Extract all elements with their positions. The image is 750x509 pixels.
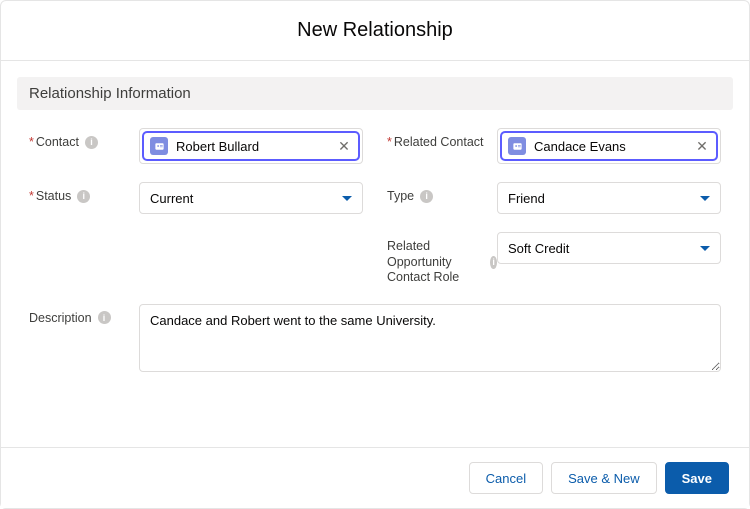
field-description: Description i xyxy=(29,304,721,375)
field-contact: * Contact i Robert Bullard ✕ xyxy=(29,128,363,164)
info-icon[interactable]: i xyxy=(420,190,433,203)
modal-footer: Cancel Save & New Save xyxy=(1,447,749,508)
contact-icon xyxy=(508,137,526,155)
related-contact-value: Candace Evans xyxy=(534,139,694,154)
label-text-status: Status xyxy=(36,189,71,203)
related-contact-lookup[interactable]: Candace Evans ✕ xyxy=(497,128,721,164)
field-type: Type i Friend xyxy=(387,182,721,214)
label-text-related-occ-role: Related Opportunity Contact Role xyxy=(387,239,484,286)
type-select[interactable]: Friend xyxy=(497,182,721,214)
cancel-button[interactable]: Cancel xyxy=(469,462,543,494)
contact-pill: Robert Bullard ✕ xyxy=(143,132,359,160)
modal-header: New Relationship xyxy=(1,1,749,61)
info-icon[interactable]: i xyxy=(77,190,90,203)
contact-value: Robert Bullard xyxy=(176,139,336,154)
label-text-contact: Contact xyxy=(36,135,79,149)
label-text-related-contact: Related Contact xyxy=(394,135,484,149)
chevron-down-icon xyxy=(700,246,710,251)
chevron-down-icon xyxy=(342,196,352,201)
label-related-occ-role: Related Opportunity Contact Role i xyxy=(387,232,497,286)
label-related-contact: * Related Contact xyxy=(387,128,497,149)
info-icon[interactable]: i xyxy=(490,256,497,269)
form-grid: * Contact i Robert Bullard ✕ xyxy=(1,120,749,375)
field-related-contact: * Related Contact Candace Evans ✕ xyxy=(387,128,721,164)
type-value: Friend xyxy=(508,191,545,206)
label-description: Description i xyxy=(29,304,139,325)
chevron-down-icon xyxy=(700,196,710,201)
contact-icon xyxy=(150,137,168,155)
required-asterisk: * xyxy=(387,135,392,149)
label-text-description: Description xyxy=(29,311,92,325)
related-occ-role-value: Soft Credit xyxy=(508,241,569,256)
remove-related-contact-icon[interactable]: ✕ xyxy=(694,138,710,154)
spacer xyxy=(29,232,363,286)
save-button[interactable]: Save xyxy=(665,462,729,494)
status-select[interactable]: Current xyxy=(139,182,363,214)
info-icon[interactable]: i xyxy=(98,311,111,324)
required-asterisk: * xyxy=(29,189,34,203)
required-asterisk: * xyxy=(29,135,34,149)
remove-contact-icon[interactable]: ✕ xyxy=(336,138,352,154)
modal-title: New Relationship xyxy=(1,19,749,42)
label-status: * Status i xyxy=(29,182,139,203)
save-and-new-button[interactable]: Save & New xyxy=(551,462,657,494)
description-textarea[interactable] xyxy=(139,304,721,372)
field-status: * Status i Current xyxy=(29,182,363,214)
related-occ-role-select[interactable]: Soft Credit xyxy=(497,232,721,264)
related-contact-pill: Candace Evans ✕ xyxy=(501,132,717,160)
label-type: Type i xyxy=(387,182,497,203)
label-text-type: Type xyxy=(387,189,414,203)
status-value: Current xyxy=(150,191,193,206)
contact-lookup[interactable]: Robert Bullard ✕ xyxy=(139,128,363,164)
modal-body: Relationship Information * Contact i Rob… xyxy=(1,61,749,447)
info-icon[interactable]: i xyxy=(85,136,98,149)
section-title: Relationship Information xyxy=(29,85,721,102)
label-contact: * Contact i xyxy=(29,128,139,149)
section-header: Relationship Information xyxy=(17,77,733,110)
field-related-occ-role: Related Opportunity Contact Role i Soft … xyxy=(387,232,721,286)
